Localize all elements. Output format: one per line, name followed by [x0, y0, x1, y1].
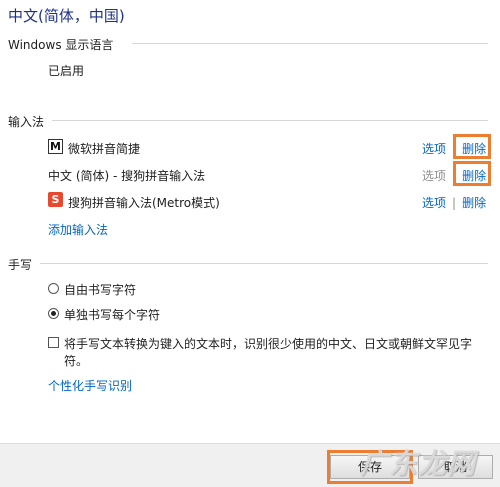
section-divider	[52, 120, 488, 121]
input-method-actions: 选项 | 删除	[422, 194, 486, 211]
rare-characters-checkbox-label: 将手写文本转换为键入的文本时，识别很少使用的中文、日文或朝鲜文罕见字	[64, 337, 473, 351]
display-language-heading: Windows 显示语言	[8, 38, 114, 52]
section-divider	[40, 263, 488, 264]
input-method-delete-link[interactable]: 删除	[462, 196, 486, 210]
rare-characters-checkbox[interactable]	[48, 337, 59, 348]
page-title: 中文(简体，中国)	[8, 7, 125, 25]
input-method-options-link: 选项	[422, 169, 447, 183]
delete-highlight-box	[453, 134, 491, 159]
site-watermark: 广东龙网	[360, 447, 477, 480]
input-method-name: 搜狗拼音输入法(Metro模式)	[68, 196, 220, 210]
single-character-radio[interactable]	[48, 308, 59, 319]
input-method-name: 微软拼音简捷	[68, 142, 141, 156]
section-divider	[132, 43, 488, 44]
input-methods-heading: 输入法	[8, 115, 45, 129]
input-method-options-link[interactable]: 选项	[422, 196, 446, 210]
freeform-radio-label: 自由书写字符	[64, 283, 137, 297]
microsoft-ime-icon: M	[48, 139, 63, 154]
personalize-handwriting-link[interactable]: 个性化手写识别	[48, 377, 132, 394]
input-method-name: 中文 (简体) - 搜狗拼音输入法	[48, 169, 206, 183]
delete-highlight-box	[453, 161, 491, 186]
single-character-radio-label: 单独书写每个字符	[64, 308, 161, 322]
add-input-method-link[interactable]: 添加输入法	[48, 221, 108, 238]
display-language-status: 已启用	[48, 64, 85, 78]
input-method-options-link[interactable]: 选项	[422, 142, 446, 156]
action-separator: |	[452, 196, 457, 210]
freeform-radio[interactable]	[48, 283, 59, 294]
sogou-ime-icon: S	[48, 192, 63, 207]
handwriting-heading: 手写	[8, 258, 33, 272]
rare-characters-checkbox-label-continued: 符。	[64, 354, 89, 368]
